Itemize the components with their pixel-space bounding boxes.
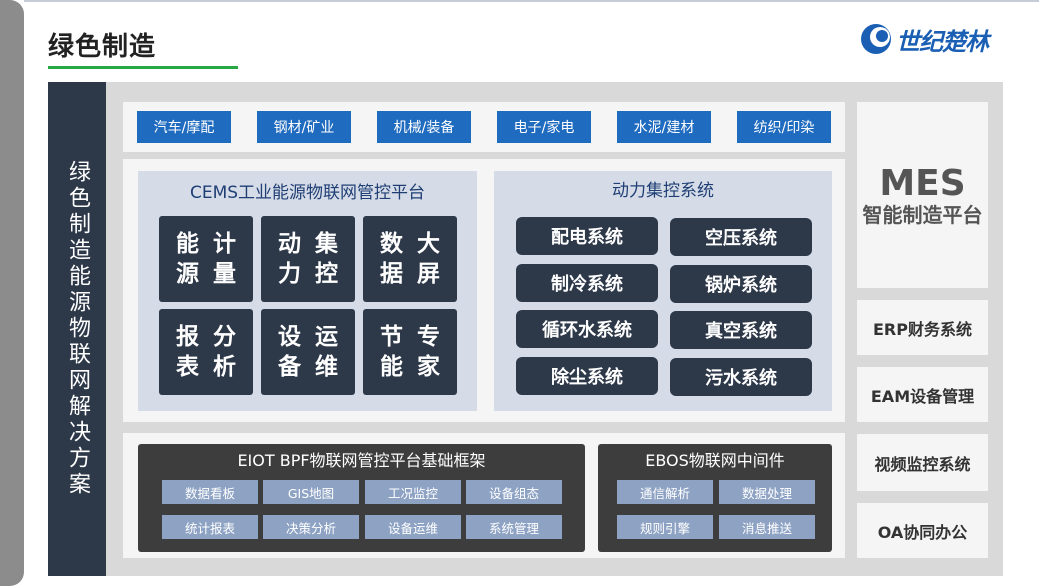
ebos-panel: EBOS物联网中间件 通信解析 数据处理 规则引擎 消息推送 [598,444,832,552]
company-logo: 世纪楚林 [858,20,989,58]
cems-tile-energy-metering: 能源 计量 [159,216,253,302]
mes-title: MES [879,162,966,204]
power-item-distribution: 配电系统 [516,217,658,255]
power-item-air-compression: 空压系统 [670,218,812,256]
cems-tile-report-analysis: 报表 分析 [159,309,253,395]
ebos-chip-message-push: 消息推送 [719,515,815,539]
solution-label: 绿色制造能源物联网解决方案 [48,82,106,576]
ebos-chip-rule-engine: 规则引擎 [617,515,713,539]
industry-steel: 钢材/矿业 [257,111,351,143]
video-monitor-card: 视频监控系统 [857,434,988,491]
eiot-chip-device-config: 设备组态 [466,480,562,504]
eiot-chip-device-maintenance: 设备运维 [365,515,461,539]
eiot-chip-statistics: 统计报表 [162,515,258,539]
ebos-chip-comm-parsing: 通信解析 [617,480,713,504]
power-item-vacuum: 真空系统 [670,311,812,349]
oa-card: OA协同办公 [857,503,988,558]
industry-auto: 汽车/摩配 [137,111,231,143]
power-item-dust-removal: 除尘系统 [516,357,658,395]
industry-electronics: 电子/家电 [497,111,591,143]
cems-panel: CEMS工业能源物联网管控平台 能源 计量 动力 集控 数据 大屏 报表 分析 设备 运维… [138,171,477,411]
eiot-chip-gis-map: GIS地图 [263,480,359,504]
cems-tile-device-maintenance: 设备 运维 [261,309,355,395]
ebos-title: EBOS物联网中间件 [645,451,785,470]
eiot-panel: EIOT BPF物联网管控平台基础框架 数据看板 GIS地图 工况监控 设备组态… [138,444,585,552]
left-edge-bar [0,0,24,586]
cems-title: CEMS工业能源物联网管控平台 [189,183,426,203]
power-item-refrigeration: 制冷系统 [516,264,658,302]
page-title: 绿色制造 [48,32,157,62]
power-item-wastewater: 污水系统 [670,358,812,396]
cems-tile-energy-expert: 节能 专家 [363,309,457,395]
eiot-chip-condition-monitor: 工况监控 [365,480,461,504]
industry-machinery: 机械/装备 [377,111,471,143]
industry-cement: 水泥/建材 [617,111,711,143]
eiot-chip-decision-analysis: 决策分析 [263,515,359,539]
logo-icon [858,21,894,57]
erp-card: ERP财务系统 [857,300,988,355]
top-divider [24,0,1039,2]
cems-tile-power-control: 动力 集控 [261,216,355,302]
industry-textile: 纺织/印染 [737,111,831,143]
industry-row: 汽车/摩配 钢材/矿业 机械/装备 电子/家电 水泥/建材 纺织/印染 [123,102,845,152]
mes-card: MES 智能制造平台 [857,102,988,288]
logo-text: 世纪楚林 [896,27,989,56]
power-item-circulating-water: 循环水系统 [516,310,658,348]
eiot-chip-dashboard: 数据看板 [162,480,258,504]
power-title: 动力集控系统 [612,181,714,201]
power-control-panel: 动力集控系统 配电系统 空压系统 制冷系统 锅炉系统 循环水系统 真空系统 除尘… [494,171,832,411]
power-item-boiler: 锅炉系统 [670,265,812,303]
title-underline [48,66,238,69]
ebos-chip-data-processing: 数据处理 [719,480,815,504]
solution-label-text: 绿色制造能源物联网解决方案 [65,160,90,498]
eam-card: EAM设备管理 [857,367,988,422]
eiot-chip-system-admin: 系统管理 [466,515,562,539]
eiot-title: EIOT BPF物联网管控平台基础框架 [237,451,486,470]
cems-tile-data-screen: 数据 大屏 [363,216,457,302]
mes-subtitle: 智能制造平台 [862,202,983,227]
